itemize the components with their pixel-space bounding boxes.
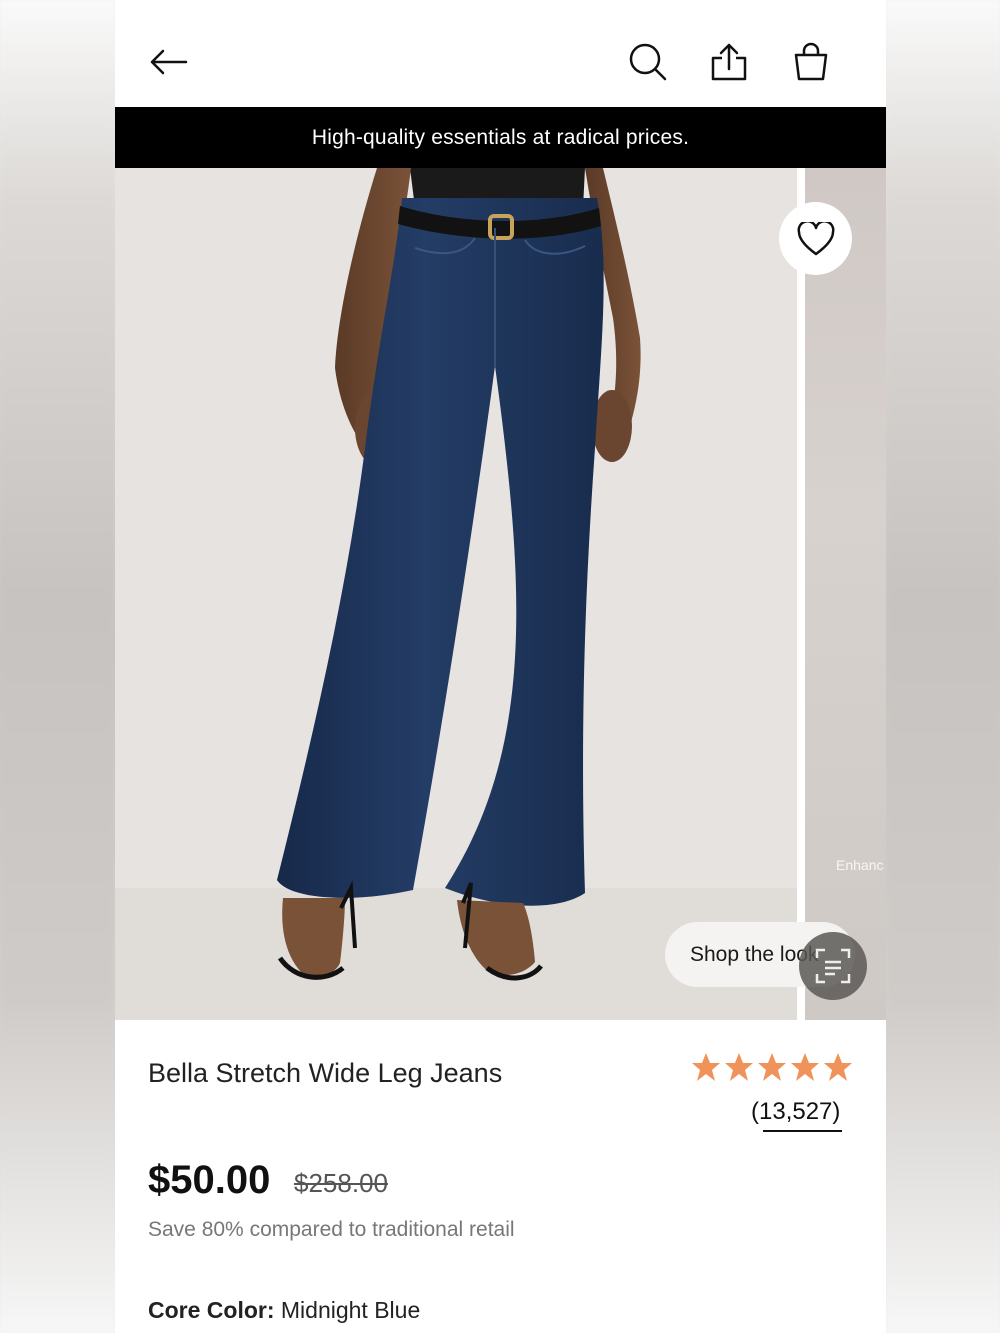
sale-price: $50.00	[148, 1158, 271, 1202]
product-page: High-quality essentials at radical price…	[115, 0, 886, 1333]
star-icon	[725, 1053, 753, 1081]
promo-banner-text: High-quality essentials at radical price…	[311, 125, 690, 149]
star-rating[interactable]	[691, 1052, 853, 1082]
visual-search-button[interactable]	[799, 932, 867, 1000]
core-color: Core Color: Midnight Blue	[148, 1297, 420, 1324]
search-button[interactable]	[626, 40, 670, 84]
product-photo	[115, 168, 797, 1020]
right-backdrop	[886, 0, 1000, 1333]
star-icon	[692, 1053, 720, 1081]
left-backdrop	[0, 0, 115, 1333]
core-color-label: Core Color:	[148, 1297, 275, 1323]
search-icon	[629, 43, 667, 81]
share-icon	[711, 43, 747, 81]
heart-icon	[797, 221, 834, 255]
review-count-underline	[763, 1130, 842, 1132]
carousel-divider	[797, 168, 805, 1020]
next-image-caption: Enhanc	[836, 857, 884, 873]
top-navigation-bar	[115, 0, 886, 107]
original-price: $258.00	[294, 1168, 388, 1198]
core-color-value: Midnight Blue	[280, 1297, 421, 1323]
product-image-carousel[interactable]: Enhanc Shop the look	[115, 168, 886, 1020]
favorite-button[interactable]	[779, 202, 852, 275]
visual-search-icon	[815, 948, 851, 984]
review-count-link[interactable]: (13,527)	[751, 1098, 840, 1126]
back-button[interactable]	[146, 40, 190, 84]
product-title: Bella Stretch Wide Leg Jeans	[148, 1058, 503, 1088]
next-product-photo	[805, 168, 886, 1020]
arrow-left-icon	[150, 49, 188, 75]
share-button[interactable]	[707, 40, 751, 84]
star-icon	[758, 1053, 786, 1081]
promo-banner: High-quality essentials at radical price…	[115, 107, 886, 168]
star-icon	[791, 1053, 819, 1081]
star-icon	[824, 1053, 852, 1081]
bag-button[interactable]	[789, 40, 833, 84]
savings-text: Save 80% compared to traditional retail	[148, 1218, 515, 1241]
product-info: Bella Stretch Wide Leg Jeans (13,527) $5…	[115, 1020, 886, 1333]
shopping-bag-icon	[794, 42, 828, 81]
